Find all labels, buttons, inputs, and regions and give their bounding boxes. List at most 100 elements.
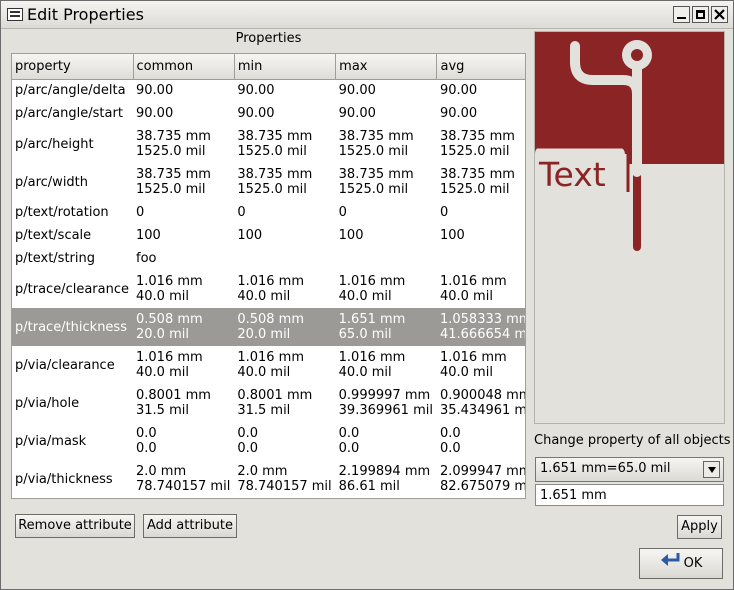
- cell-common: 1.016 mm 40.0 mil: [136, 274, 203, 304]
- cell-min: 38.735 mm 1525.0 mil: [237, 167, 313, 197]
- close-icon[interactable]: [711, 6, 728, 23]
- cell-avg: 0.0 0.0: [439, 426, 461, 456]
- column-header-property[interactable]: property: [12, 54, 134, 80]
- cell-max: 0.999997 mm 39.369961 mil: [338, 388, 433, 418]
- cell-avg: 1.016 mm 40.0 mil: [439, 350, 507, 380]
- cell-min: 90.00: [237, 83, 275, 99]
- cell-min: 90.00: [237, 106, 275, 121]
- value-input[interactable]: [535, 484, 724, 506]
- cell-property: p/arc/height: [15, 136, 94, 152]
- cell-property: p/via/clearance: [15, 357, 115, 373]
- cell-min: 1.016 mm 40.0 mil: [237, 274, 305, 304]
- value-select-text: 1.651 mm=65.0 mil: [540, 461, 671, 476]
- apply-button[interactable]: Apply: [677, 515, 722, 539]
- edit-properties-window: Edit Properties Properties property comm…: [0, 0, 734, 590]
- cell-common: 1.016 mm 40.0 mil: [136, 350, 203, 380]
- chevron-down-icon[interactable]: [703, 461, 720, 478]
- cell-property: p/arc/angle/start: [15, 106, 123, 121]
- cell-avg: 0.900048 mm 35.434961 mil: [439, 388, 526, 418]
- cell-property: p/arc/width: [15, 174, 89, 190]
- window-title: Edit Properties: [27, 5, 144, 24]
- cell-min: 0: [237, 205, 246, 220]
- cell-common: 90.00: [136, 106, 174, 121]
- column-header-common[interactable]: common: [133, 54, 235, 80]
- app-window-icon[interactable]: [7, 8, 23, 21]
- table-row[interactable]: p/text/rotation 0 0 0 0: [12, 201, 525, 224]
- minimize-icon[interactable]: [673, 6, 690, 23]
- cell-common: 0.0 0.0: [136, 426, 157, 456]
- cell-common: 90.00: [136, 83, 174, 99]
- column-header-avg[interactable]: avg: [436, 54, 525, 80]
- table-row[interactable]: p/trace/clearance 1.016 mm 40.0 mil 1.016 m…: [12, 270, 525, 308]
- cell-min: 1.016 mm 40.0 mil: [237, 350, 305, 380]
- properties-caption: Properties: [235, 31, 302, 46]
- table-row[interactable]: p/via/mask 0.0 0.0 0.0 0.0 0.0 0.0 0.0 0.0: [12, 422, 525, 460]
- cell-max: 2.199894 mm 86.61 mil: [338, 464, 431, 494]
- table-row[interactable]: p/arc/angle/delta 90.00 90.00 90.00 90.00: [12, 79, 525, 102]
- cell-avg: 2.099947 mm 82.675079 mil: [439, 464, 526, 494]
- cell-max: 1.016 mm 40.0 mil: [338, 274, 406, 304]
- table-row[interactable]: p/via/thickness 2.0 mm 78.740157 mil 2.0 mm…: [12, 460, 526, 498]
- table-row[interactable]: p/via/clearance 1.016 mm 40.0 mil 1.016 mm 4…: [12, 346, 525, 384]
- cell-common: 0.8001 mm 31.5 mil: [136, 388, 211, 418]
- cell-max: 1.016 mm 40.0 mil: [338, 350, 406, 380]
- cell-common: 100: [136, 228, 161, 243]
- cell-common: 0: [136, 205, 145, 220]
- cell-avg: 38.735 mm 1525.0 mil: [439, 167, 515, 197]
- table-row[interactable]: p/via/hole 0.8001 mm 31.5 mil 0.8001 mm 31.5…: [12, 384, 526, 422]
- cell-max: 100: [338, 228, 364, 243]
- cell-common: 38.735 mm 1525.0 mil: [136, 129, 211, 159]
- table-row[interactable]: p/text/string foo: [12, 247, 525, 270]
- cell-min: 0.0 0.0: [237, 426, 259, 456]
- column-header-max[interactable]: max: [335, 54, 438, 80]
- value-select[interactable]: 1.651 mm=65.0 mil: [535, 457, 724, 482]
- cell-avg: 38.735 mm 1525.0 mil: [439, 129, 515, 159]
- cell-max: 0.0 0.0: [338, 426, 360, 456]
- cell-min: [234, 247, 335, 270]
- cell-avg: 90.00: [439, 106, 478, 121]
- cell-common: 38.735 mm 1525.0 mil: [136, 167, 211, 197]
- cell-min: 2.0 mm 78.740157 mil: [237, 464, 332, 494]
- enter-arrow-icon: [660, 549, 682, 578]
- cell-property: p/arc/angle/delta: [15, 83, 126, 99]
- ok-label: OK: [683, 556, 703, 571]
- cell-max: [336, 247, 437, 270]
- table-header-row: property common min max avg: [12, 54, 525, 80]
- ok-button[interactable]: OK: [639, 548, 723, 579]
- title-bar[interactable]: Edit Properties: [1, 1, 733, 29]
- cell-common: 2.0 mm 78.740157 mil: [136, 464, 231, 494]
- change-property-label: Change property of all objects: [534, 433, 731, 448]
- cell-max: 0: [338, 205, 347, 220]
- cell-max: 90.00: [338, 83, 376, 99]
- table-row[interactable]: p/trace/thickness 0.508 mm 20.0 mil 0.508 m…: [12, 308, 525, 346]
- object-preview: Text: [534, 31, 725, 424]
- cell-avg: 100: [439, 228, 465, 243]
- table-row[interactable]: p/text/scale 100 100 100 100: [12, 224, 525, 247]
- remove-attribute-button[interactable]: Remove attribute: [15, 514, 135, 538]
- table-row[interactable]: p/arc/angle/start 90.00 90.00 90.00 90.00: [12, 102, 525, 125]
- cell-avg: 1.058333 mm 41.666654 mil: [436, 308, 525, 346]
- cell-common: foo: [136, 251, 157, 266]
- cell-property: p/text/scale: [15, 228, 92, 243]
- cell-property: p/trace/clearance: [15, 281, 129, 297]
- cell-property: p/text/string: [15, 251, 95, 266]
- cell-min: 38.735 mm 1525.0 mil: [237, 129, 313, 159]
- add-attribute-button[interactable]: Add attribute: [143, 514, 237, 538]
- maximize-icon[interactable]: [692, 6, 709, 23]
- column-header-min[interactable]: min: [234, 54, 337, 80]
- cell-property: p/text/rotation: [15, 205, 109, 220]
- properties-table[interactable]: property common min max avg p/arc/angle/…: [11, 53, 526, 499]
- table-row[interactable]: p/arc/height 38.735 mm 1525.0 mil 38.735 mm…: [12, 125, 525, 163]
- preview-text: Text: [538, 155, 606, 194]
- cell-max: 1.651 mm 65.0 mil: [335, 308, 437, 346]
- cell-min: 100: [237, 228, 263, 243]
- cell-max: 38.735 mm 1525.0 mil: [338, 129, 414, 159]
- cell-avg: 90.00: [439, 83, 478, 99]
- cell-max: 90.00: [338, 106, 376, 121]
- cell-property: p/via/mask: [15, 433, 87, 449]
- cell-max: 38.735 mm 1525.0 mil: [338, 167, 414, 197]
- cell-property: p/trace/thickness: [12, 308, 133, 346]
- table-row[interactable]: p/arc/width 38.735 mm 1525.0 mil 38.735 mm 1…: [12, 163, 525, 201]
- cell-avg: 0: [439, 205, 449, 220]
- cell-property: p/via/hole: [15, 395, 80, 411]
